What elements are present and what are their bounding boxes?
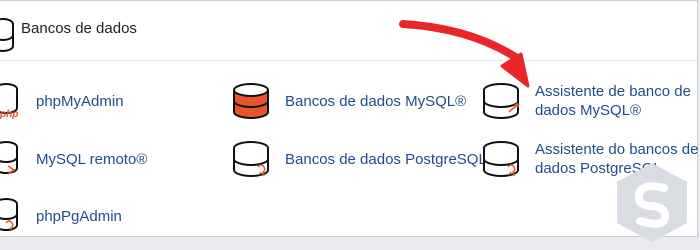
phpmyadmin-icon: php xyxy=(0,83,18,120)
watermark-logo-icon xyxy=(617,163,687,242)
phppgadmin-link[interactable]: phpPgAdmin xyxy=(0,195,184,237)
phppgadmin-label: phpPgAdmin xyxy=(36,208,122,225)
remote-mysql-label: MySQL remoto® xyxy=(36,151,148,168)
section-title: Bancos de dados xyxy=(21,20,137,37)
mysql-wizard-link[interactable]: Assistente de banco de dados MySQL® xyxy=(482,80,692,124)
phpmyadmin-link[interactable]: php phpMyAdmin xyxy=(0,80,184,124)
postgresql-databases-label: Bancos de dados PostgreSQL xyxy=(285,151,487,168)
postgresql-wizard-label-line1: Assistente do bancos de xyxy=(535,141,699,158)
mysql-wizard-label-line1: Assistente de banco de xyxy=(535,83,691,100)
postgresql-databases-link[interactable]: Bancos de dados PostgreSQL xyxy=(232,138,487,182)
phpmyadmin-label: phpMyAdmin xyxy=(36,93,124,110)
svg-text:php: php xyxy=(0,109,18,120)
postgresql-wizard-icon xyxy=(483,141,519,177)
mysql-wizard-label-line2: dados MySQL® xyxy=(535,102,642,119)
mysql-databases-label: Bancos de dados MySQL® xyxy=(285,93,467,110)
mysql-databases-icon xyxy=(233,83,269,119)
database-icon xyxy=(0,18,14,52)
databases-panel: Bancos de dados php phpMyAdmin Bancos de… xyxy=(0,0,698,237)
mysql-wizard-icon xyxy=(483,83,520,119)
panel-header: Bancos de dados xyxy=(0,1,697,61)
remote-mysql-icon xyxy=(0,141,18,175)
phppgadmin-icon xyxy=(0,198,18,232)
remote-mysql-link[interactable]: MySQL remoto® xyxy=(0,138,184,182)
mysql-databases-link[interactable]: Bancos de dados MySQL® xyxy=(232,80,472,124)
postgresql-databases-icon xyxy=(233,141,269,177)
